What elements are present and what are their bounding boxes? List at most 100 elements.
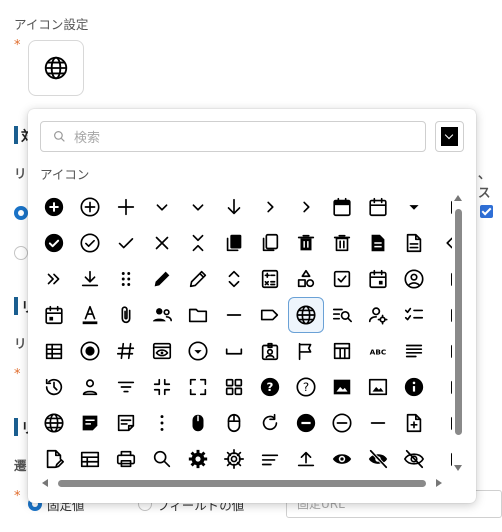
icon-option-image-outline[interactable] <box>360 369 396 405</box>
icon-option-abc[interactable]: ABC <box>360 333 396 369</box>
icon-option-grid-view[interactable] <box>216 369 252 405</box>
icon-option-remove-circle-filled[interactable] <box>288 405 324 441</box>
icon-option-minus[interactable] <box>216 297 252 333</box>
vertical-scroll-thumb[interactable] <box>455 209 462 435</box>
search-input[interactable]: 検索 <box>40 121 426 152</box>
icon-option-chevron-down[interactable] <box>144 189 180 225</box>
color-picker-button[interactable] <box>435 121 464 152</box>
icon-select-button[interactable] <box>28 40 84 96</box>
icon-option-print[interactable] <box>108 441 144 477</box>
icon-option-visibility-box[interactable] <box>144 333 180 369</box>
icon-option-note-filled[interactable] <box>72 405 108 441</box>
icon-option-edit-filled[interactable] <box>144 261 180 297</box>
icon-option-chevron-down[interactable] <box>180 189 216 225</box>
icon-option-history[interactable] <box>36 369 72 405</box>
icon-option-more-vertical[interactable] <box>144 405 180 441</box>
icon-option-upload[interactable] <box>288 441 324 477</box>
icon-option-copy-outline[interactable] <box>252 225 288 261</box>
icon-option-arrow-drop-down-circle[interactable] <box>180 333 216 369</box>
icon-option-download[interactable] <box>72 261 108 297</box>
icon-option-short-text[interactable] <box>252 441 288 477</box>
icon-option-space-bar[interactable] <box>216 333 252 369</box>
icon-option-drag-handle[interactable] <box>108 261 144 297</box>
icon-option-calendar-outline[interactable] <box>360 189 396 225</box>
checkbox-checked[interactable] <box>480 205 493 218</box>
icon-option-badge[interactable] <box>252 333 288 369</box>
horizontal-scrollbar[interactable] <box>38 477 452 489</box>
icon-option-check[interactable] <box>108 225 144 261</box>
icon-option-label[interactable] <box>252 297 288 333</box>
icon-option-check-circle-outline[interactable] <box>72 225 108 261</box>
icon-option-person[interactable] <box>72 369 108 405</box>
icon-option-double-chevron-right[interactable] <box>36 261 72 297</box>
icon-option-globe[interactable] <box>288 297 324 333</box>
icon-option-partial[interactable] <box>432 369 452 405</box>
icon-option-mouse-outline[interactable] <box>216 405 252 441</box>
icon-option-table-chart[interactable] <box>324 333 360 369</box>
icon-option-notes[interactable] <box>396 333 432 369</box>
icon-option-plus[interactable] <box>108 189 144 225</box>
icon-option-shapes[interactable] <box>288 261 324 297</box>
icon-option-document-outline[interactable] <box>396 225 432 261</box>
icon-option-visibility-off-outline[interactable] <box>396 441 432 477</box>
icon-option-manage-accounts[interactable] <box>360 297 396 333</box>
icon-option-partial[interactable] <box>432 441 452 477</box>
icon-option-tag[interactable] <box>108 333 144 369</box>
icon-option-visibility-off-filled[interactable] <box>360 441 396 477</box>
icon-option-info-filled[interactable] <box>396 369 432 405</box>
icon-option-calendar-filled[interactable] <box>324 189 360 225</box>
icon-option-checkbox[interactable] <box>324 261 360 297</box>
icon-option-attachment[interactable] <box>108 297 144 333</box>
icon-option-refresh[interactable] <box>252 405 288 441</box>
icon-option-chevron-right[interactable] <box>252 189 288 225</box>
icon-option-table[interactable] <box>72 441 108 477</box>
icon-option-note-outline[interactable] <box>108 405 144 441</box>
icon-option-partial[interactable] <box>432 333 452 369</box>
icon-option-chevron-right[interactable] <box>288 189 324 225</box>
icon-option-account-circle[interactable] <box>396 261 432 297</box>
radio-option[interactable] <box>14 246 28 260</box>
icon-option-fullscreen[interactable] <box>180 369 216 405</box>
icon-option-note-add[interactable] <box>396 405 432 441</box>
icon-option-calendar-event[interactable] <box>360 261 396 297</box>
icon-option-globe[interactable] <box>36 405 72 441</box>
scroll-right-arrow[interactable] <box>436 479 442 487</box>
icon-option-unfold-more[interactable] <box>216 261 252 297</box>
icon-option-radio-checked[interactable] <box>72 333 108 369</box>
icon-option-document-filled[interactable] <box>360 225 396 261</box>
icon-option-check-circle-filled[interactable] <box>36 225 72 261</box>
icon-option-visibility[interactable] <box>324 441 360 477</box>
vertical-scrollbar[interactable] <box>452 195 464 475</box>
icon-option-close[interactable] <box>144 225 180 261</box>
horizontal-scroll-thumb[interactable] <box>58 480 426 487</box>
icon-option-search[interactable] <box>144 441 180 477</box>
icon-option-copy-filled[interactable] <box>216 225 252 261</box>
icon-option-fullscreen-exit[interactable] <box>144 369 180 405</box>
icon-option-filter-list[interactable] <box>108 369 144 405</box>
icon-option-checklist[interactable] <box>396 297 432 333</box>
icon-option-unfold-less[interactable] <box>180 225 216 261</box>
icon-option-add-circle-filled[interactable] <box>36 189 72 225</box>
icon-option-partial[interactable] <box>432 297 452 333</box>
icon-option-group[interactable] <box>144 297 180 333</box>
icon-option-settings-outline[interactable] <box>216 441 252 477</box>
icon-option-text-color[interactable] <box>72 297 108 333</box>
icon-option-find-in-page[interactable] <box>324 297 360 333</box>
icon-option-edit-document[interactable] <box>36 441 72 477</box>
radio-selected[interactable] <box>14 206 28 220</box>
icon-option-folder[interactable] <box>180 297 216 333</box>
scroll-down-arrow[interactable] <box>454 465 462 471</box>
icon-option-arrow-down[interactable] <box>216 189 252 225</box>
icon-option-table-view[interactable] <box>36 333 72 369</box>
icon-option-help-filled[interactable]: ? <box>252 369 288 405</box>
icon-option-calculator[interactable] <box>252 261 288 297</box>
icon-option-chevron-left[interactable] <box>432 225 452 261</box>
icon-option-remove[interactable] <box>360 405 396 441</box>
icon-option-delete-filled[interactable] <box>288 225 324 261</box>
icon-option-mouse-filled[interactable] <box>180 405 216 441</box>
icon-option-flag[interactable] <box>288 333 324 369</box>
icon-option-partial[interactable] <box>432 261 452 297</box>
icon-option-help-outline[interactable]: ? <box>288 369 324 405</box>
icon-option-calendar-today[interactable] <box>36 297 72 333</box>
icon-option-add-circle-outline[interactable] <box>72 189 108 225</box>
